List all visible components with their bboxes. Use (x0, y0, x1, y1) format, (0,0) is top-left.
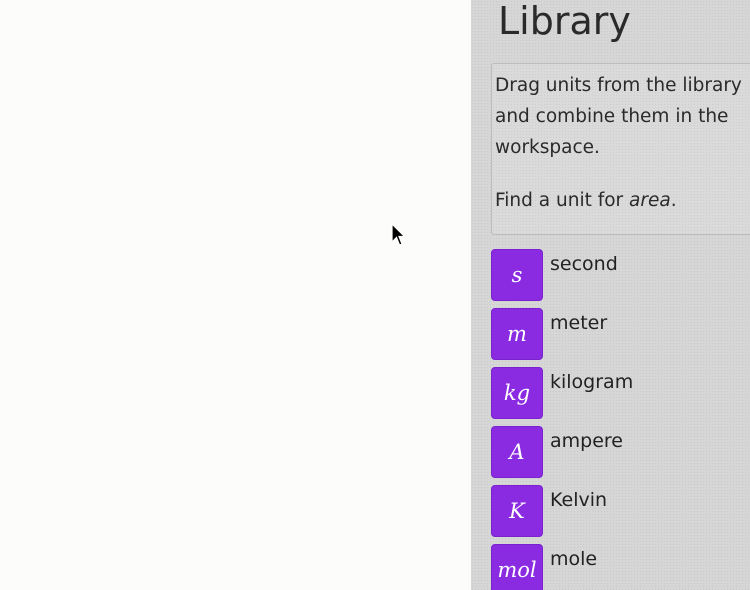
app-window: Library Drag units from the library and … (0, 0, 750, 590)
task-text: Find a unit for area. (495, 185, 750, 216)
unit-row-meter: m meter (491, 308, 750, 360)
mouse-pointer-icon (391, 223, 405, 246)
unit-name-second: second (550, 253, 618, 275)
unit-name-ampere: ampere (550, 430, 623, 452)
unit-row-ampere: A ampere (491, 426, 750, 478)
instructions-box: Drag units from the library and combine … (491, 63, 750, 235)
unit-tile-ampere[interactable]: A (491, 426, 543, 478)
task-quantity: area (629, 190, 671, 211)
unit-row-kelvin: K Kelvin (491, 485, 750, 537)
unit-tile-kelvin[interactable]: K (491, 485, 543, 537)
unit-name-kelvin: Kelvin (550, 489, 608, 511)
unit-name-kilogram: kilogram (550, 371, 634, 393)
unit-name-meter: meter (550, 312, 608, 334)
task-suffix: . (670, 190, 677, 211)
unit-name-mole: mole (550, 548, 598, 570)
library-panel: Library Drag units from the library and … (471, 0, 750, 590)
unit-row-kilogram: kg kilogram (491, 367, 750, 419)
library-title: Library (498, 0, 631, 43)
unit-tile-mole[interactable]: mol (491, 544, 543, 590)
task-prefix: Find a unit for (495, 190, 630, 211)
unit-tile-kilogram[interactable]: kg (491, 367, 543, 419)
unit-row-second: s second (491, 249, 750, 301)
unit-row-mole: mol mole (491, 544, 750, 590)
unit-tile-second[interactable]: s (491, 249, 543, 301)
workspace[interactable] (0, 0, 471, 590)
instructions-text: Drag units from the library and combine … (495, 75, 742, 158)
unit-tile-meter[interactable]: m (491, 308, 543, 360)
